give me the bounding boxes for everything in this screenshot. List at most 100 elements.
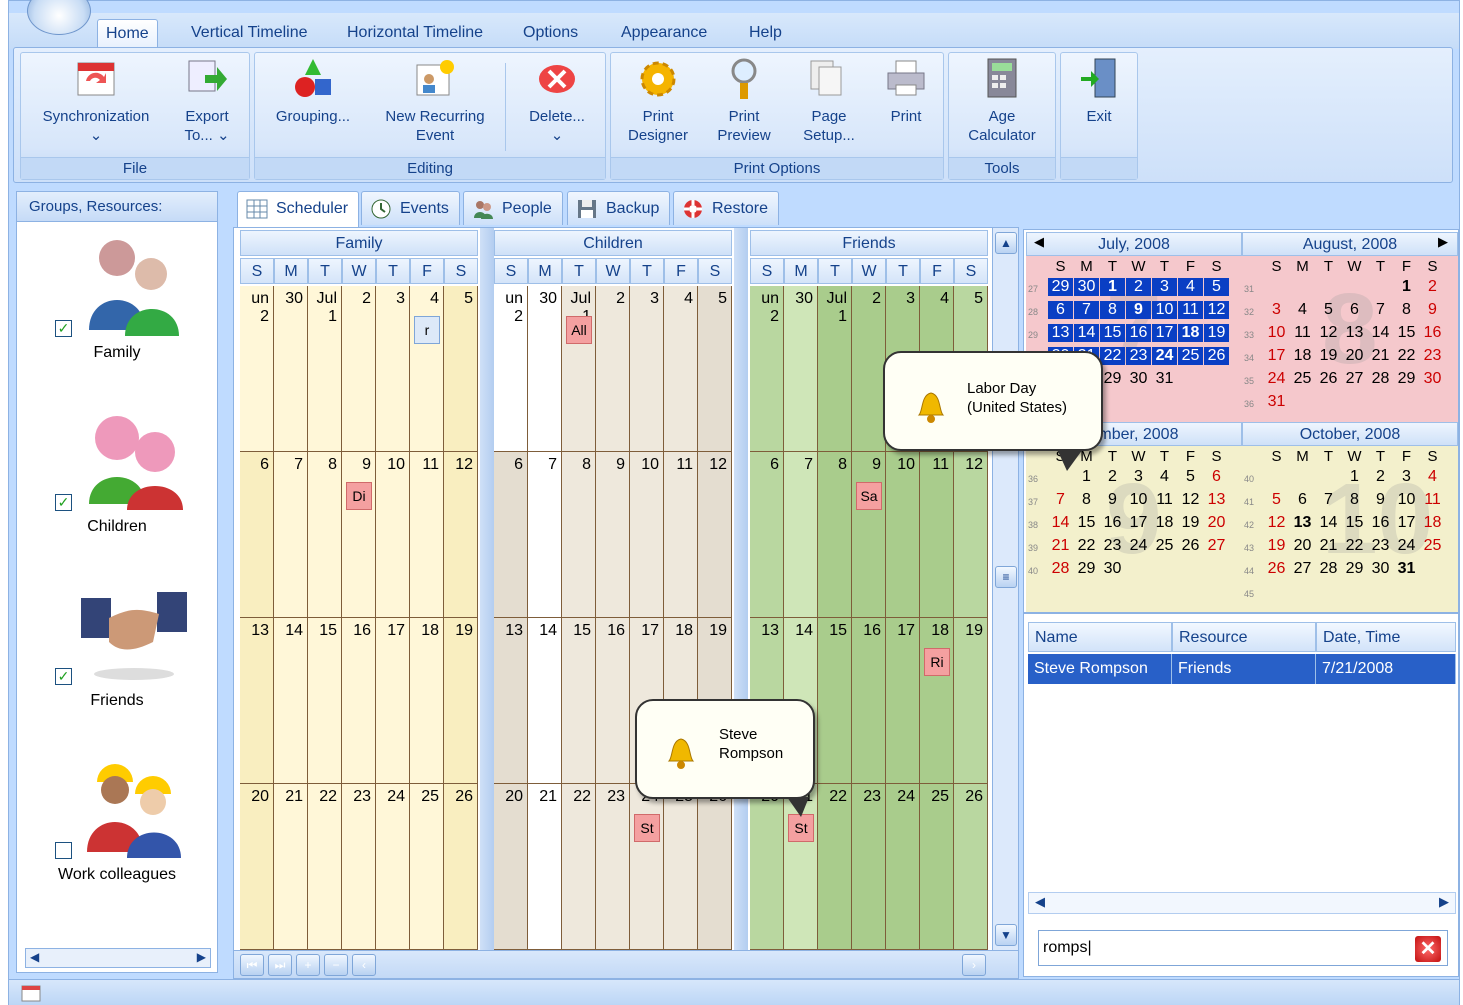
- resource-friends-checkbox[interactable]: ✓: [55, 668, 72, 685]
- print-preview-button[interactable]: Print Preview: [703, 57, 785, 145]
- calendar-day[interactable]: 10: [1152, 301, 1177, 319]
- tab-events[interactable]: Events: [361, 191, 460, 225]
- calendar-day[interactable]: 20: [1342, 347, 1367, 365]
- scroll-down-icon[interactable]: ▼: [995, 924, 1017, 946]
- print-button[interactable]: Print: [873, 57, 939, 126]
- scroll-up-icon[interactable]: ▲: [995, 232, 1017, 254]
- day-cell[interactable]: 25: [664, 784, 698, 950]
- calendar-day[interactable]: 31: [1152, 370, 1177, 388]
- calendar-day[interactable]: 27: [1204, 537, 1229, 555]
- day-cell[interactable]: 5: [698, 286, 732, 452]
- calendar-day[interactable]: 16: [1368, 514, 1393, 532]
- calendar-day[interactable]: 29: [1074, 560, 1099, 578]
- calendar-day[interactable]: 13: [1204, 491, 1229, 509]
- ribbon-tab-horizontal-timeline[interactable]: Horizontal Timeline: [339, 19, 491, 47]
- calendar-day[interactable]: 8: [1100, 301, 1125, 319]
- tab-people[interactable]: People: [463, 191, 563, 225]
- calendar-day[interactable]: 19: [1178, 514, 1203, 532]
- day-cell[interactable]: 14: [274, 618, 308, 784]
- day-cell[interactable]: 13: [494, 618, 528, 784]
- calendar-day[interactable]: 28: [1368, 370, 1393, 388]
- day-cell[interactable]: 23: [596, 784, 630, 950]
- day-cell[interactable]: 23: [342, 784, 376, 950]
- appointment[interactable]: Di: [346, 482, 372, 510]
- calendar-day[interactable]: 29: [1100, 370, 1125, 388]
- calendar-day[interactable]: 9: [1100, 491, 1125, 509]
- calendar-day[interactable]: 11: [1178, 301, 1203, 319]
- day-cell[interactable]: 10: [886, 452, 920, 618]
- scroll-thumb-icon[interactable]: ≡: [995, 566, 1017, 588]
- day-cell[interactable]: 11: [410, 452, 444, 618]
- day-cell[interactable]: 4: [410, 286, 444, 452]
- calendar-day[interactable]: 26: [1178, 537, 1203, 555]
- calendar-day[interactable]: 17: [1394, 514, 1419, 532]
- calendar-day[interactable]: 9: [1368, 491, 1393, 509]
- tab-backup[interactable]: Backup: [567, 191, 671, 225]
- calendar-day[interactable]: 28: [1316, 560, 1341, 578]
- calendar-day[interactable]: 13: [1342, 324, 1367, 342]
- calendar-day[interactable]: 8: [1074, 491, 1099, 509]
- day-cell[interactable]: 15: [562, 618, 596, 784]
- calendar-day[interactable]: 2: [1420, 278, 1445, 296]
- day-cell[interactable]: 30: [784, 286, 818, 452]
- scheduler-vertical-scrollbar[interactable]: ▲ ≡ ▼: [992, 228, 1018, 950]
- day-cell[interactable]: 11: [664, 452, 698, 618]
- day-cell[interactable]: 4: [664, 286, 698, 452]
- day-cell[interactable]: 5: [444, 286, 478, 452]
- calendar-day[interactable]: 12: [1316, 324, 1341, 342]
- calendar-day[interactable]: 19: [1264, 537, 1289, 555]
- resource-work-colleagues[interactable]: Work colleagues: [17, 748, 217, 918]
- calendar-day[interactable]: 22: [1100, 347, 1125, 365]
- resource-friends[interactable]: ✓ Friends: [17, 574, 217, 744]
- calendar-day[interactable]: 21: [1316, 537, 1341, 555]
- day-cell[interactable]: 15: [308, 618, 342, 784]
- scroll-right-icon[interactable]: ›: [962, 954, 986, 976]
- day-cell[interactable]: 7: [528, 452, 562, 618]
- scroll-left-icon[interactable]: ‹: [352, 954, 376, 976]
- calendar-day[interactable]: 18: [1290, 347, 1315, 365]
- day-cell[interactable]: 14: [528, 618, 562, 784]
- synchronization-button[interactable]: Synchronization ⌄: [29, 57, 163, 145]
- day-cell[interactable]: 20: [750, 784, 784, 950]
- calendar-day[interactable]: 22: [1394, 347, 1419, 365]
- calendar-day[interactable]: 30: [1074, 278, 1099, 296]
- add-icon[interactable]: +: [296, 954, 320, 976]
- calendar-day[interactable]: 6: [1204, 468, 1229, 486]
- day-cell[interactable]: 23: [852, 784, 886, 950]
- scroll-left-icon[interactable]: ◀: [1035, 894, 1045, 910]
- day-cell[interactable]: 2: [342, 286, 376, 452]
- calendar-day[interactable]: 14: [1048, 514, 1073, 532]
- day-cell[interactable]: Jul 1: [308, 286, 342, 452]
- day-cell[interactable]: 3: [376, 286, 410, 452]
- calendar-day[interactable]: 28: [1048, 560, 1073, 578]
- calendar-day[interactable]: 31: [1264, 393, 1289, 411]
- calendar-day[interactable]: 27: [1290, 560, 1315, 578]
- calendar-day[interactable]: 19: [1204, 324, 1229, 342]
- calendar-day[interactable]: 4: [1152, 468, 1177, 486]
- calendar-day[interactable]: 11: [1420, 491, 1445, 509]
- calendar-day[interactable]: 12: [1204, 301, 1229, 319]
- calendar-day[interactable]: 14: [1316, 514, 1341, 532]
- calendar-day[interactable]: 22: [1342, 537, 1367, 555]
- day-cell[interactable]: 11: [920, 452, 954, 618]
- day-cell[interactable]: 9: [596, 452, 630, 618]
- calendar-day[interactable]: 24: [1394, 537, 1419, 555]
- day-cell[interactable]: un 2: [240, 286, 274, 452]
- scroll-left-icon[interactable]: ◀: [30, 950, 39, 964]
- print-designer-button[interactable]: Print Designer: [617, 57, 699, 145]
- next-month-icon[interactable]: ▶: [1438, 234, 1448, 250]
- calendar-day[interactable]: 23: [1368, 537, 1393, 555]
- day-cell[interactable]: 22: [562, 784, 596, 950]
- tab-scheduler[interactable]: Scheduler: [237, 191, 360, 227]
- calendar-day[interactable]: 12: [1264, 514, 1289, 532]
- calendar-day[interactable]: 12: [1178, 491, 1203, 509]
- day-cell[interactable]: 20: [494, 784, 528, 950]
- calendar-day[interactable]: 25: [1178, 347, 1203, 365]
- day-cell[interactable]: 16: [342, 618, 376, 784]
- calendar-day[interactable]: 24: [1264, 370, 1289, 388]
- day-cell[interactable]: 18: [920, 618, 954, 784]
- day-cell[interactable]: 15: [818, 618, 852, 784]
- day-cell[interactable]: 9: [342, 452, 376, 618]
- day-cell[interactable]: 8: [818, 452, 852, 618]
- column-header-resource[interactable]: Resource: [1172, 622, 1316, 652]
